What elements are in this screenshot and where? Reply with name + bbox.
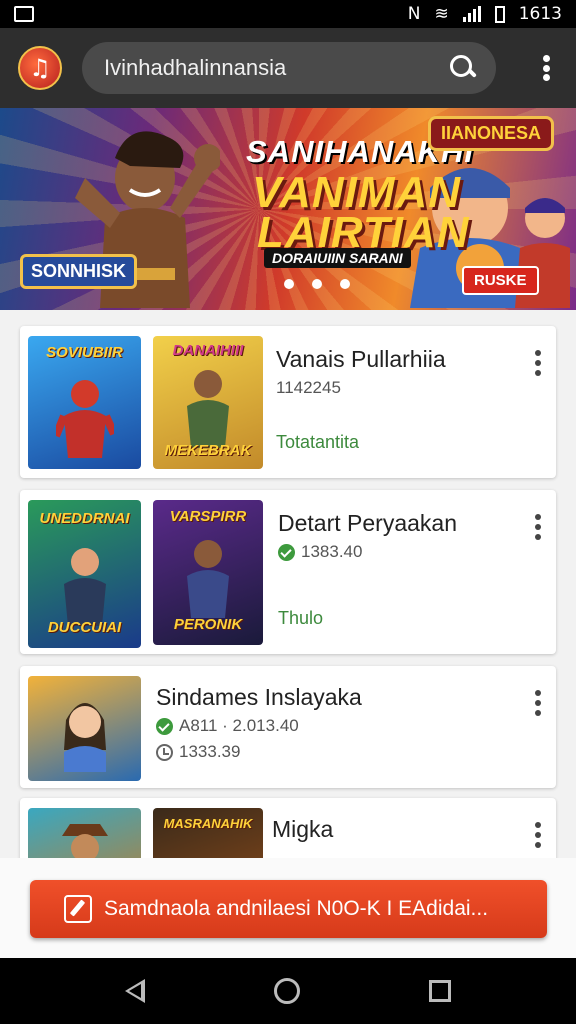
thumbnail-title: PERONIK [173,616,243,633]
list-item[interactable]: SOVIUBIIR DANAIHIII MEKEBRAK Vanais Pull… [20,326,556,478]
thumbnail-top-label: DANAIHIII [172,342,244,359]
bottom-action-area: Samdnaola andnilaesi N0O-K I EAdidai... [0,858,576,958]
game-thumbnail[interactable] [28,808,141,858]
thumbnail-top-label: UNEDDRNAI [39,510,130,527]
wifi-icon: ≋ [434,4,449,24]
more-vert-icon[interactable] [534,51,558,85]
system-nav-bar [0,958,576,1024]
banner-badge-left: SONNHISK [20,254,138,289]
primary-action-button[interactable]: Samdnaola andnilaesi N0O-K I EAdidai... [30,880,547,938]
carousel-dot[interactable] [284,279,294,289]
check-circle-icon [278,543,295,561]
game-thumbnail[interactable]: MASRANAHIK [153,808,263,858]
game-thumbnail[interactable]: VARSPIRR PERONIK [153,500,263,645]
thumbnail-top-label: MASRANAHIK [163,816,253,831]
game-thumbnail[interactable] [28,676,141,781]
item-title[interactable]: Sindames Inslayaka [156,684,362,711]
nfc-icon: N [407,4,421,24]
item-more-icon[interactable] [534,514,542,540]
thumbnail-title: MEKEBRAK [164,442,252,459]
list-item[interactable]: UNEDDRNAI DUCCUIAI VARSPIRR PERONIK Deta… [20,490,556,654]
carousel-dot[interactable] [312,279,322,289]
item-tag: Thulo [278,608,324,628]
status-time: 1613 [518,4,562,24]
battery-icon [494,5,505,23]
item-title[interactable]: Migka [272,816,333,843]
promo-banner[interactable]: SANIHANAKHI VANIMAN LAIRTIAN DORAIUIIN S… [0,108,576,310]
carousel-dot[interactable] [340,279,350,289]
item-meta: A811 · 2.013.40 [156,716,299,736]
item-title[interactable]: Detart Peryaakan [278,510,457,537]
recents-icon[interactable] [429,980,452,1002]
list-item[interactable]: Sindames Inslayaka A811 · 2.013.40 1333.… [20,666,556,788]
item-meta-secondary: 1333.39 [156,742,240,762]
item-more-icon[interactable] [534,822,542,848]
clock-icon [156,743,173,761]
game-thumbnail[interactable]: UNEDDRNAI DUCCUIAI [28,500,141,648]
back-icon[interactable] [124,979,145,1003]
thumbnail-top-label: VARSPIRR [169,508,247,525]
item-meta: 1383.40 [278,542,362,562]
content-list[interactable]: SOVIUBIIR DANAIHIII MEKEBRAK Vanais Pull… [0,310,576,858]
search-input[interactable]: Ivinhadhalinnansia [104,55,448,81]
game-thumbnail[interactable]: DANAIHIII MEKEBRAK [153,336,263,469]
banner-tagline: DORAIUIIN SARANI [264,248,411,268]
home-icon[interactable] [273,978,300,1004]
item-meta: 1142245 [276,378,341,397]
list-item[interactable]: MASRANAHIK Migka [20,798,556,858]
banner-cta-button[interactable]: RUSKE [462,266,539,295]
item-more-icon[interactable] [534,350,542,376]
status-bar: N ≋ 1613 [0,0,576,28]
check-circle-icon [156,717,173,735]
search-bar[interactable]: Ivinhadhalinnansia [82,42,496,94]
signal-icon [462,6,481,22]
item-title[interactable]: Vanais Pullarhiia [276,346,446,373]
thumbnail-title: DUCCUIAI [47,619,122,636]
thumbnail-title: SOVIUBIIR [46,344,123,361]
music-note-icon[interactable]: ♫ [18,46,62,90]
edit-icon [64,895,92,923]
primary-action-label: Samdnaola andnilaesi N0O-K I EAdidai... [104,897,489,920]
game-thumbnail[interactable]: SOVIUBIIR [28,336,141,469]
banner-badge-top: IIANONESA [428,116,555,151]
item-tag: Totatantita [276,432,360,452]
item-more-icon[interactable] [534,690,542,716]
notification-image-icon [14,6,34,22]
search-icon[interactable] [448,53,478,83]
app-bar: ♫ Ivinhadhalinnansia [0,28,576,108]
carousel-indicator[interactable] [284,279,350,289]
